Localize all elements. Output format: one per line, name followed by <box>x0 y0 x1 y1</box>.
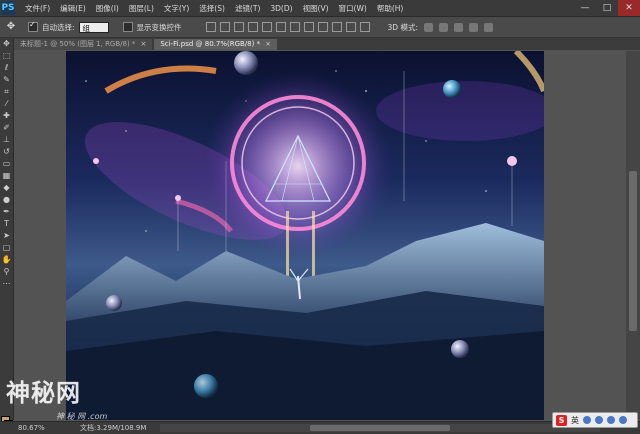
dodge-icon[interactable]: ● <box>0 194 13 206</box>
hand-icon[interactable]: ✋ <box>0 254 13 266</box>
watermark-logo: 神秘网 <box>6 379 81 407</box>
keyboard-icon[interactable] <box>595 416 603 424</box>
lasso-icon[interactable]: ℓ <box>0 62 13 74</box>
vertical-scrollbar[interactable] <box>626 51 640 420</box>
distribute-middle-icon[interactable] <box>303 22 314 32</box>
brush-icon[interactable]: ✐ <box>0 122 13 134</box>
3d-roll-icon[interactable] <box>439 22 448 32</box>
document-canvas[interactable] <box>66 51 544 420</box>
auto-select-dropdown[interactable]: 组 <box>78 21 109 33</box>
menu-window[interactable]: 窗口(W) <box>339 3 367 14</box>
zoom-icon[interactable]: ⚲ <box>0 266 13 278</box>
menu-filter[interactable]: 滤镜(T) <box>235 3 260 14</box>
move-icon[interactable]: ✥ <box>0 38 13 50</box>
type-icon[interactable]: T <box>0 218 13 230</box>
options-bar: ✥ 自动选择: 组 显示变换控件 3D 模式: <box>0 17 640 38</box>
show-transform-checkbox[interactable] <box>122 22 133 32</box>
align-top-icon[interactable] <box>205 22 216 32</box>
menu-bar: PS 文件(F) 编辑(E) 图像(I) 图层(L) 文字(Y) 选择(S) 滤… <box>0 0 640 17</box>
menu-file[interactable]: 文件(F) <box>25 3 50 14</box>
ime-language[interactable]: 英 <box>571 415 579 426</box>
maximize-button[interactable]: □ <box>596 0 618 16</box>
sogou-logo-icon[interactable]: S <box>556 414 567 426</box>
close-icon[interactable]: × <box>140 40 146 48</box>
microphone-icon[interactable] <box>607 416 615 424</box>
shape-icon[interactable]: ▢ <box>0 242 13 254</box>
watermark-url: 神 秘 网 .com <box>56 412 108 421</box>
distribute-right-icon[interactable] <box>359 22 370 32</box>
3d-mode-buttons <box>424 22 493 32</box>
3d-rotate-icon[interactable] <box>424 22 433 32</box>
horizontal-scroll-thumb[interactable] <box>310 425 450 431</box>
align-center-icon[interactable] <box>261 22 272 32</box>
blur-icon[interactable]: ◆ <box>0 182 13 194</box>
tab-untitled-label: 未标题-1 @ 50% (图层 1, RGB/8) * <box>20 40 136 48</box>
document-tabs: 未标题-1 @ 50% (图层 1, RGB/8) * × Sci-Fi.psd … <box>14 38 640 50</box>
settings-icon[interactable] <box>619 416 627 424</box>
auto-select-label: 自动选择: <box>42 22 75 32</box>
show-transform-label: 显示变换控件 <box>136 22 182 32</box>
document-size: 文档:3.29M/108.9M <box>80 424 147 432</box>
zoom-level[interactable]: 80.67% <box>18 422 45 434</box>
tab-untitled[interactable]: 未标题-1 @ 50% (图层 1, RGB/8) * × <box>14 39 153 50</box>
window-controls: — □ ✕ <box>574 0 640 16</box>
tab-sci-fi-label: Sci-Fi.psd @ 80.7%(RGB/8) * <box>160 40 261 48</box>
align-middle-icon[interactable] <box>219 22 230 32</box>
history-brush-icon[interactable]: ↺ <box>0 146 13 158</box>
distribute-center-icon[interactable] <box>345 22 356 32</box>
align-buttons <box>205 22 370 32</box>
menu-type[interactable]: 文字(Y) <box>164 3 189 14</box>
pen-icon[interactable]: ✒ <box>0 206 13 218</box>
crop-icon[interactable]: ⌗ <box>0 86 13 98</box>
vertical-scroll-thumb[interactable] <box>629 171 637 331</box>
clone-stamp-icon[interactable]: ⊥ <box>0 134 13 146</box>
distribute-left-icon[interactable] <box>331 22 342 32</box>
status-bar: 80.67% 文档:3.29M/108.9M <box>0 421 640 434</box>
marquee-icon[interactable]: ⬚ <box>0 50 13 62</box>
punctuation-icon[interactable] <box>583 416 591 424</box>
menu-select[interactable]: 选择(S) <box>199 3 225 14</box>
3d-scale-icon[interactable] <box>484 22 493 32</box>
more-tools-icon[interactable]: ⋯ <box>0 278 13 290</box>
photoshop-logo: PS <box>1 1 15 15</box>
healing-brush-icon[interactable]: ✚ <box>0 110 13 122</box>
close-icon[interactable]: × <box>265 40 271 48</box>
menu-view[interactable]: 视图(V) <box>303 3 329 14</box>
gradient-icon[interactable]: ▦ <box>0 170 13 182</box>
menu-edit[interactable]: 编辑(E) <box>60 3 86 14</box>
align-bottom-icon[interactable] <box>233 22 244 32</box>
path-select-icon[interactable]: ➤ <box>0 230 13 242</box>
3d-pan-icon[interactable] <box>454 22 463 32</box>
menu-layer[interactable]: 图层(L) <box>129 3 154 14</box>
3d-mode-label: 3D 模式: <box>387 22 418 32</box>
ime-toolbar: S 英 <box>552 412 638 428</box>
menu-image[interactable]: 图像(I) <box>96 3 119 14</box>
eraser-icon[interactable]: ▭ <box>0 158 13 170</box>
tab-sci-fi[interactable]: Sci-Fi.psd @ 80.7%(RGB/8) * × <box>154 39 277 50</box>
menu-3d[interactable]: 3D(D) <box>270 4 292 13</box>
eyedropper-icon[interactable]: ⁄ <box>0 98 13 110</box>
distribute-top-icon[interactable] <box>289 22 300 32</box>
close-button[interactable]: ✕ <box>618 0 640 16</box>
3d-slide-icon[interactable] <box>469 22 478 32</box>
tools-panel: ✥ ⬚ ℓ ✎ ⌗ ⁄ ✚ ✐ ⊥ ↺ ▭ ▦ ◆ ● ✒ T ➤ ▢ ✋ ⚲ … <box>0 38 14 429</box>
align-left-icon[interactable] <box>247 22 258 32</box>
auto-select-checkbox[interactable] <box>28 20 38 32</box>
align-right-icon[interactable] <box>275 22 286 32</box>
horizontal-scrollbar[interactable] <box>160 424 600 432</box>
quick-select-icon[interactable]: ✎ <box>0 74 13 86</box>
move-tool-icon[interactable]: ✥ <box>2 19 20 35</box>
menu-help[interactable]: 帮助(H) <box>377 3 404 14</box>
distribute-bottom-icon[interactable] <box>317 22 328 32</box>
minimize-button[interactable]: — <box>574 0 596 16</box>
sci-fi-artwork <box>66 51 544 420</box>
